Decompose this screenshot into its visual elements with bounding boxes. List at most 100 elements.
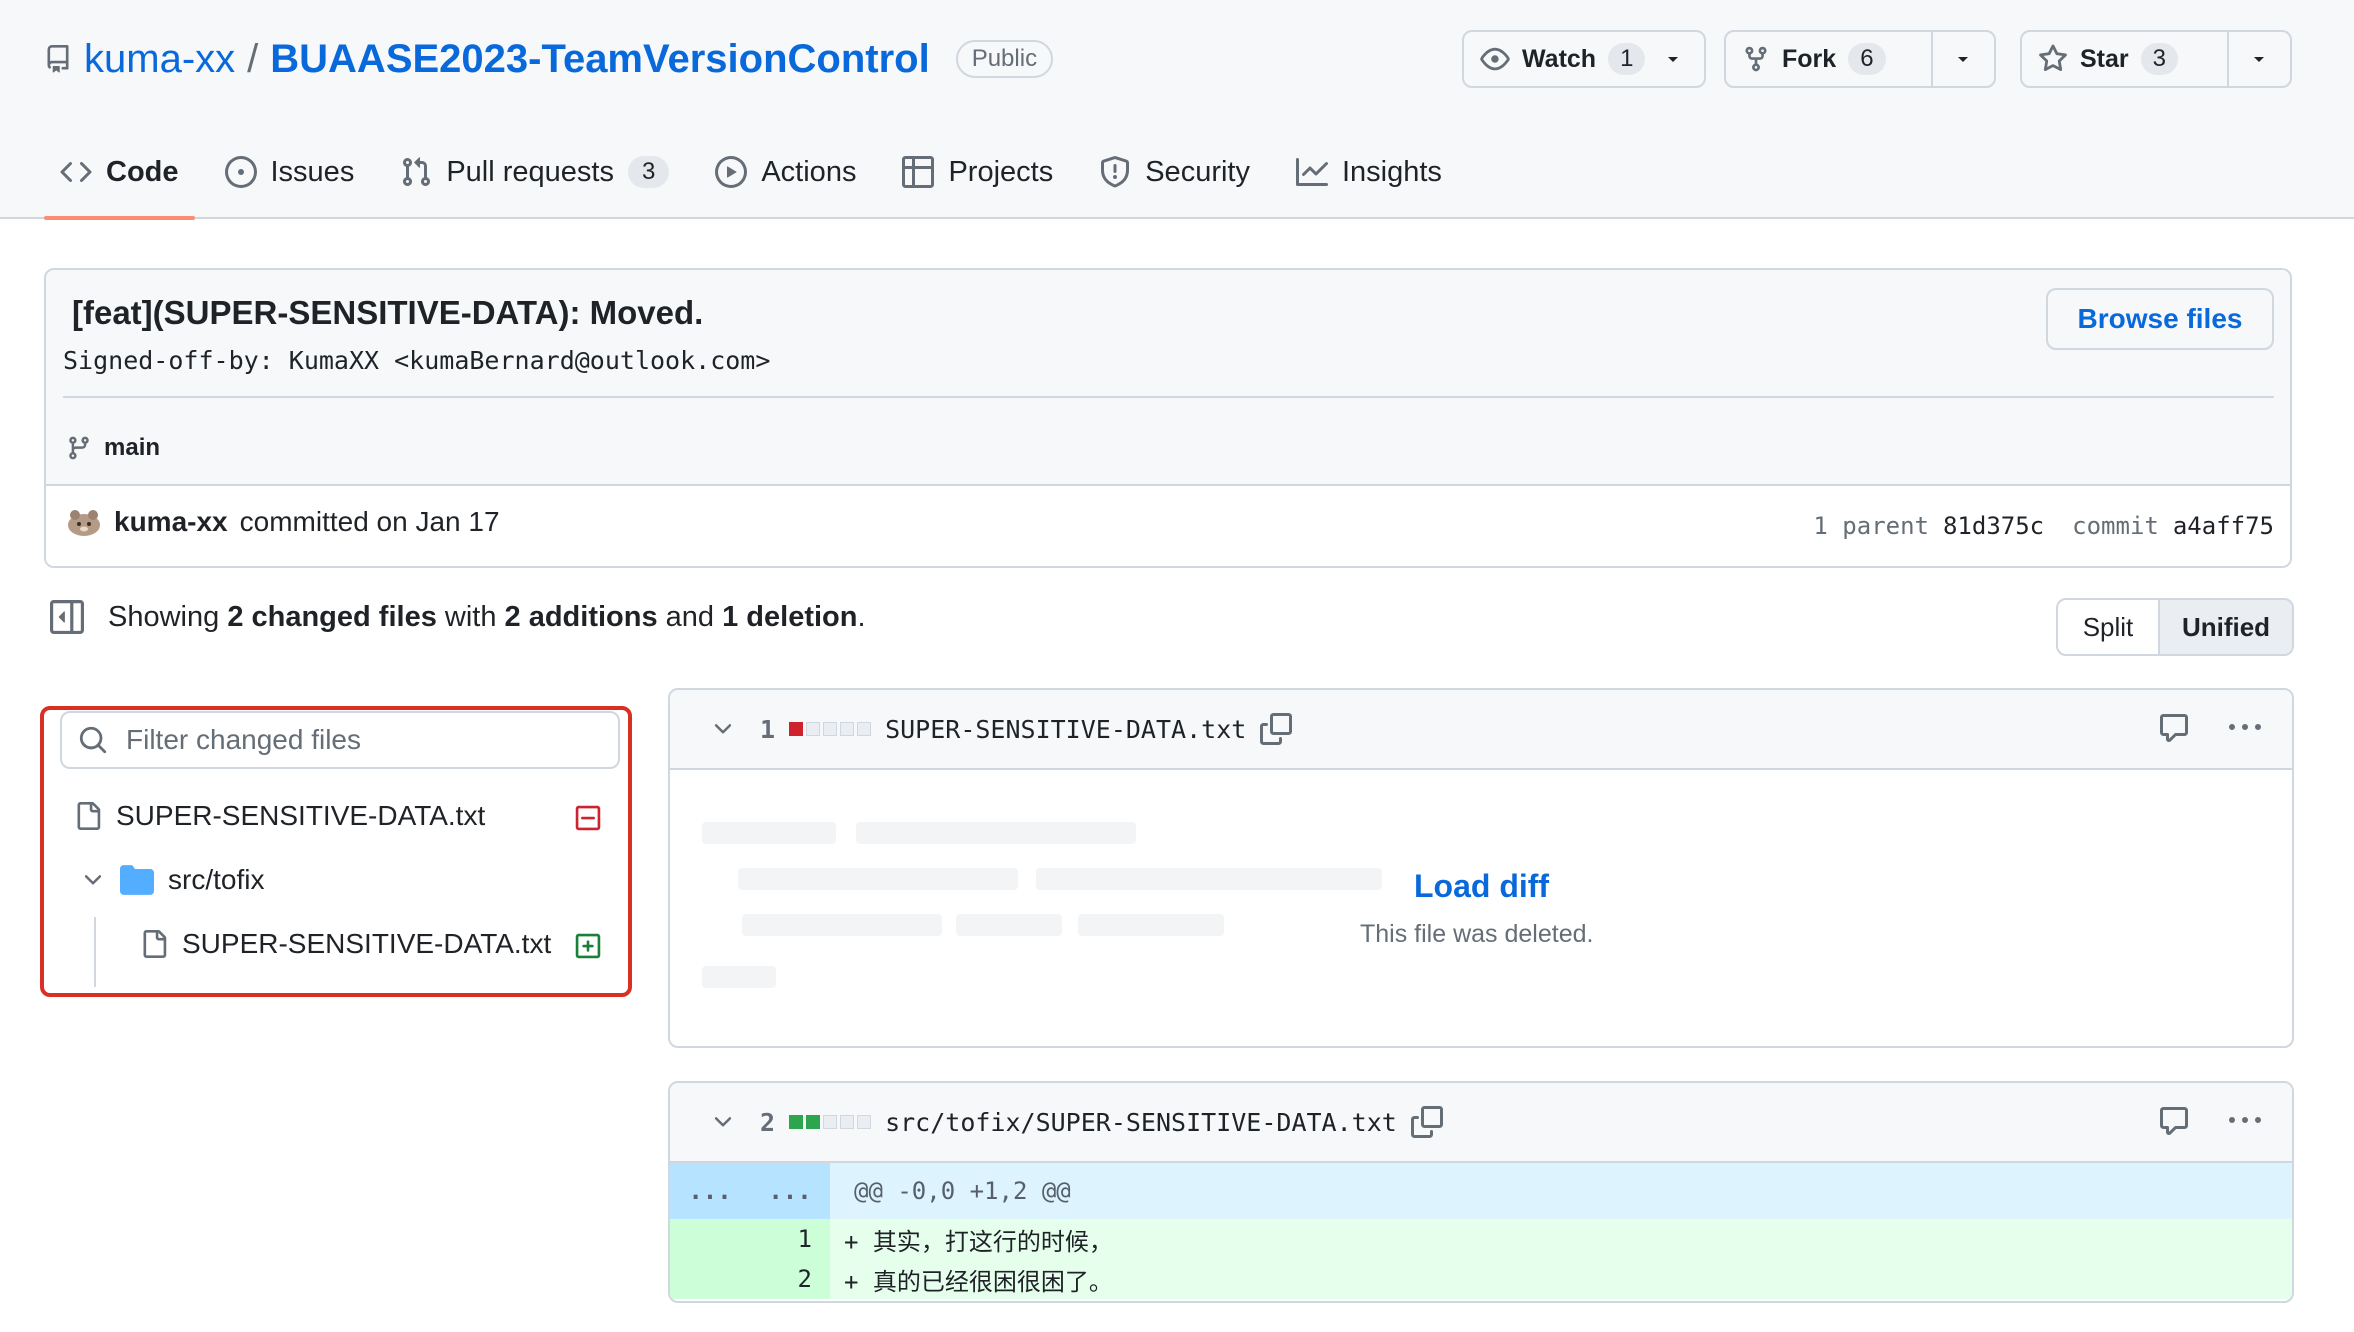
copy-icon[interactable] — [1410, 1106, 1443, 1138]
repo-name-link[interactable]: BUAASE2023-TeamVersionControl — [270, 37, 929, 82]
new-line-number[interactable]: 2 — [750, 1259, 830, 1299]
diffstat-blocks — [789, 1115, 872, 1129]
tree-folder[interactable]: src/tofix — [80, 864, 264, 896]
watch-label: Watch — [1522, 44, 1597, 73]
repo-icon — [44, 43, 72, 75]
file-deleted-note: This file was deleted. — [1360, 920, 1594, 948]
old-line-number — [670, 1219, 750, 1259]
expand-down-button[interactable]: ... — [750, 1163, 830, 1219]
tab-actions[interactable]: Actions — [699, 146, 872, 198]
file-removed-icon — [574, 804, 602, 832]
committed-date: committed on Jan 17 — [239, 506, 500, 537]
unified-view-button[interactable]: Unified — [2160, 600, 2292, 654]
visibility-badge: Public — [955, 40, 1054, 78]
star-count: 3 — [2140, 43, 2178, 75]
tree-file-added[interactable]: SUPER-SENSITIVE-DATA.txt — [140, 928, 551, 960]
caret-down-icon — [2251, 51, 2267, 67]
repo-owner-link[interactable]: kuma-xx — [84, 37, 235, 82]
tab-security-label: Security — [1145, 155, 1250, 188]
star-dropdown[interactable] — [2226, 32, 2290, 86]
diff-file-header: 2 src/tofix/SUPER-SENSITIVE-DATA.txt — [670, 1083, 2292, 1163]
diff-line-code: + 真的已经很困很困了。 — [844, 1267, 1113, 1296]
tab-insights[interactable]: Insights — [1280, 146, 1458, 198]
tab-insights-label: Insights — [1341, 155, 1442, 188]
code-icon — [60, 156, 92, 188]
play-icon — [715, 156, 748, 188]
tab-issues[interactable]: Issues — [209, 146, 371, 198]
repo-nav: Code Issues Pull requests 3 Actions Proj… — [44, 146, 1472, 220]
folder-icon — [120, 865, 154, 895]
commit-description: Signed-off-by: KumaXX <kumaBernard@outlo… — [63, 346, 771, 375]
file-icon — [74, 800, 102, 832]
collapse-chevron-icon[interactable] — [710, 716, 736, 742]
tab-projects-label: Projects — [948, 155, 1054, 188]
star-button[interactable]: Star 3 — [2020, 30, 2292, 88]
tree-indent-guide — [94, 917, 96, 987]
browse-files-button[interactable]: Browse files — [2046, 288, 2274, 350]
copy-icon[interactable] — [1260, 713, 1293, 745]
commit-author: kuma-xx committed on Jan 17 — [66, 506, 500, 538]
collapse-chevron-icon[interactable] — [710, 1109, 736, 1135]
diff-line-added: 2 + 真的已经很困很困了。 — [670, 1259, 2292, 1299]
branch-ref[interactable]: main — [66, 434, 160, 462]
author-link[interactable]: kuma-xx — [114, 506, 228, 538]
fork-icon — [1742, 44, 1770, 74]
comment-icon[interactable] — [2158, 712, 2190, 744]
commit-meta: 1 parent 81d375c commit a4aff75 — [1813, 512, 2274, 540]
divider — [63, 396, 2274, 398]
tab-pull-requests[interactable]: Pull requests 3 — [384, 146, 685, 198]
watch-button[interactable]: Watch 1 — [1462, 30, 1706, 88]
expand-up-button[interactable]: ... — [670, 1163, 750, 1219]
repo-separator: / — [247, 36, 259, 81]
file-tree: Filter changed files SUPER-SENSITIVE-DAT… — [40, 706, 632, 997]
kebab-menu-icon[interactable] — [2228, 712, 2262, 744]
split-view-button[interactable]: Split — [2058, 600, 2160, 654]
fork-button[interactable]: Fork 6 — [1724, 30, 1996, 88]
repo-title: kuma-xx / BUAASE2023-TeamVersionControl … — [44, 34, 1054, 84]
branch-name: main — [104, 434, 161, 461]
kebab-menu-icon[interactable] — [2228, 1105, 2262, 1137]
star-label: Star — [2080, 44, 2129, 73]
load-diff-link[interactable]: Load diff — [1414, 868, 1549, 905]
file-icon — [140, 928, 168, 960]
tab-security[interactable]: Security — [1083, 146, 1266, 198]
commit-summary: [feat](SUPER-SENSITIVE-DATA): Moved. Sig… — [44, 268, 2292, 568]
tab-code[interactable]: Code — [44, 146, 195, 220]
table-icon — [902, 156, 935, 188]
tab-issues-label: Issues — [270, 155, 355, 188]
diff-file-actions — [2158, 1105, 2262, 1137]
chevron-down-icon — [80, 867, 106, 893]
tree-folder-label: src/tofix — [168, 864, 265, 895]
caret-down-icon — [1955, 51, 1971, 67]
old-line-number — [670, 1259, 750, 1299]
star-icon — [2038, 44, 2068, 74]
parent-label: 1 parent — [1813, 512, 1929, 540]
commit-sha: a4aff75 — [2172, 512, 2274, 540]
diff-file-1: 1 SUPER-SENSITIVE-DATA.txt Load diff Thi… — [668, 688, 2294, 1048]
diff-view-toggle: Split Unified — [2056, 598, 2294, 656]
shield-icon — [1099, 156, 1131, 188]
diff-file-path[interactable]: src/tofix/SUPER-SENSITIVE-DATA.txt — [885, 1108, 1397, 1137]
comment-icon[interactable] — [2158, 1105, 2190, 1137]
issue-icon — [224, 156, 257, 188]
diff-line-added: 1 + 其实，打这行的时候， — [670, 1219, 2292, 1259]
diff-file-path[interactable]: SUPER-SENSITIVE-DATA.txt — [885, 715, 1246, 744]
sidebar-toggle-icon[interactable] — [50, 600, 84, 634]
graph-icon — [1295, 156, 1328, 188]
tree-file-deleted[interactable]: SUPER-SENSITIVE-DATA.txt — [74, 800, 485, 832]
commit-header: [feat](SUPER-SENSITIVE-DATA): Moved. Sig… — [46, 270, 2290, 486]
caret-down-icon — [1665, 51, 1681, 67]
tab-pull-requests-label: Pull requests — [446, 155, 614, 188]
pull-request-icon — [400, 156, 432, 188]
diff-summary: Showing 2 changed files with 2 additions… — [50, 600, 866, 634]
summary-text: Showing 2 changed files with 2 additions… — [108, 600, 866, 633]
diffstat-blocks — [789, 722, 872, 736]
eye-icon — [1480, 44, 1510, 74]
new-line-number[interactable]: 1 — [750, 1219, 830, 1259]
parent-sha-link[interactable]: 81d375c — [1943, 512, 2044, 540]
fork-dropdown[interactable] — [1930, 32, 1994, 86]
hunk-header-row: ... ... @@ -0,0 +1,2 @@ — [670, 1163, 2292, 1219]
filter-changed-files-input[interactable]: Filter changed files — [60, 711, 620, 769]
avatar[interactable] — [66, 507, 102, 537]
tab-projects[interactable]: Projects — [886, 146, 1069, 198]
